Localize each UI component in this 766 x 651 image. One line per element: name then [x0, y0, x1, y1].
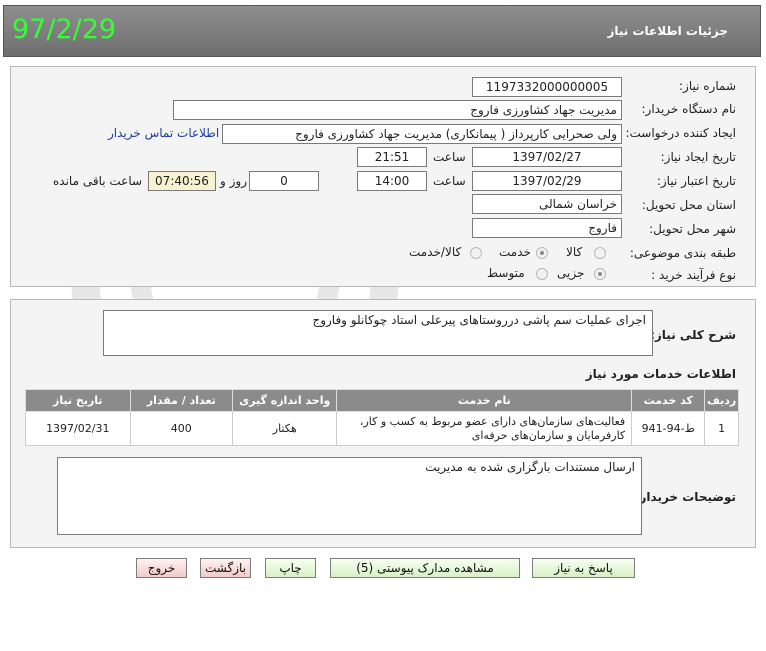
description-text-area: اجرای عملیات سم پاشی درروستاهای پیرعلی ا… — [103, 310, 653, 356]
province-field: خراسان شمالی — [472, 194, 622, 214]
cell-unit: هکتار — [231, 411, 338, 446]
days-remaining-field: 0 — [249, 171, 319, 191]
services-table: ردیف کد خدمت نام خدمت واحد اندازه گیری ت… — [25, 389, 739, 446]
print-button[interactable]: چاپ — [265, 558, 316, 578]
cell-index: 1 — [704, 411, 739, 446]
buyer-notes-text-area: ارسال مستندات بارگزاری شده به مدیریت — [57, 457, 642, 535]
requester-field: ولی صحرایی کارپرداز ( پیمانکاری) مدیریت … — [222, 124, 622, 144]
created-date-field: 1397/02/27 — [472, 147, 622, 167]
description-label: شرح کلی نیاز: — [650, 328, 736, 342]
remaining-time-field: 07:40:56 — [148, 171, 216, 191]
header-date: 97/2/29 — [12, 14, 117, 45]
city-label: شهر محل تحویل: — [649, 222, 736, 236]
remaining-time-label: ساعت باقی مانده — [53, 174, 143, 188]
page-title: جزئیات اطلاعات نیاز — [607, 24, 728, 38]
process-label: نوع فرآیند خرید : — [651, 268, 736, 282]
validity-date-label: تاریخ اعتبار نیاز: — [656, 174, 736, 188]
process-minor-label: جزیی — [557, 266, 585, 280]
created-date-label: تاریخ ایجاد نیاز: — [660, 150, 736, 164]
reply-to-need-button[interactable]: پاسخ به نیاز — [532, 558, 635, 578]
process-minor-radio[interactable] — [594, 268, 606, 280]
days-label: روز و — [220, 174, 247, 188]
back-button[interactable]: بازگشت — [200, 558, 251, 578]
col-index: ردیف — [704, 389, 739, 412]
category-service-radio[interactable] — [536, 247, 548, 259]
col-date: تاریخ نیاز — [25, 389, 131, 412]
buyer-contact-link[interactable]: اطلاعات تماس خریدار — [108, 126, 219, 140]
category-goods-label: کالا — [566, 245, 583, 259]
category-service-label: خدمت — [499, 245, 531, 259]
category-goods-service-label: کالا/خدمت — [409, 245, 462, 259]
validity-time-label: ساعت — [433, 174, 466, 188]
created-time-label: ساعت — [433, 150, 466, 164]
cell-quantity: 400 — [129, 411, 233, 446]
exit-button[interactable]: خروج — [136, 558, 187, 578]
buyer-notes-label: توضیحات خریدار: — [634, 490, 736, 504]
requester-label: ایجاد کننده درخواست: — [625, 126, 736, 140]
category-label: طبقه بندی موضوعی: — [629, 246, 736, 260]
col-name: نام خدمت — [336, 389, 633, 412]
col-code: کد خدمت — [631, 389, 706, 412]
created-time-field: 21:51 — [357, 147, 427, 167]
cell-date: 1397/02/31 — [25, 411, 131, 446]
validity-date-field: 1397/02/29 — [472, 171, 622, 191]
table-row: 1 ط-94-941 فعالیت‌های سازمان‌های دارای ع… — [25, 411, 739, 446]
buyer-org-label: نام دستگاه خریدار: — [641, 102, 737, 116]
services-title: اطلاعات خدمات مورد نیاز — [585, 367, 736, 381]
col-quantity: تعداد / مقدار — [129, 389, 233, 412]
process-medium-radio[interactable] — [536, 268, 548, 280]
category-goods-service-radio[interactable] — [470, 247, 482, 259]
process-medium-label: متوسط — [487, 266, 525, 280]
col-unit: واحد اندازه گیری — [231, 389, 338, 412]
need-number-label: شماره نیاز: — [679, 79, 736, 93]
cell-code: ط-94-941 — [631, 411, 706, 446]
buyer-org-field: مدیریت جهاد کشاورزی فاروج — [173, 100, 622, 120]
view-attachments-button[interactable]: مشاهده مدارک پیوستی (5) — [330, 558, 520, 578]
need-number-field: 1197332000000005 — [472, 77, 622, 97]
page-header: 97/2/29 جزئیات اطلاعات نیاز — [3, 5, 761, 57]
city-field: فاروج — [472, 218, 622, 238]
category-goods-radio[interactable] — [594, 247, 606, 259]
province-label: استان محل تحویل: — [641, 198, 736, 212]
cell-name: فعالیت‌های سازمان‌های دارای عضو مربوط به… — [336, 411, 633, 446]
validity-time-field: 14:00 — [357, 171, 427, 191]
